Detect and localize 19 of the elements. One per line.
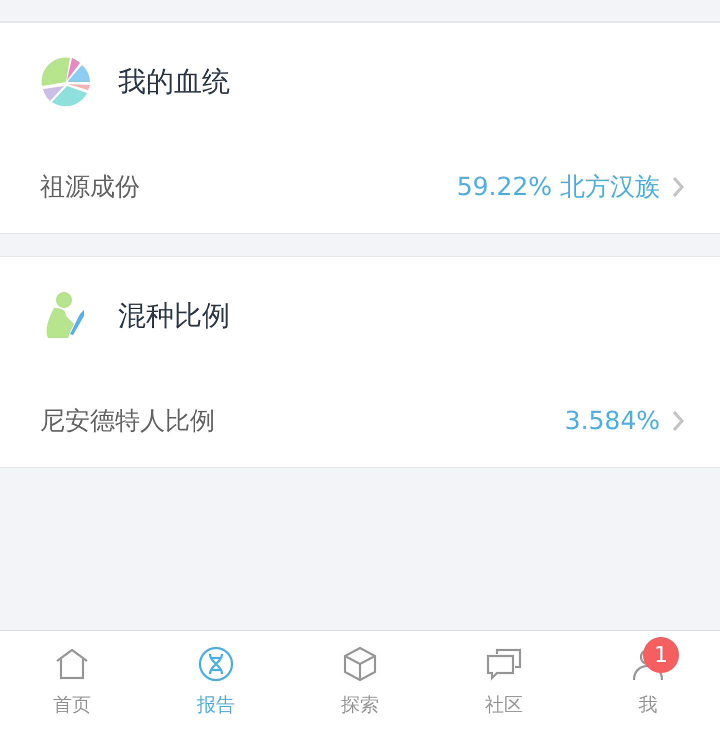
tab-item[interactable]: 1 我	[576, 631, 720, 729]
tab-item[interactable]: 首页	[0, 631, 144, 729]
chevron-right-icon	[672, 176, 684, 198]
row-label: 尼安德特人比例	[40, 405, 215, 438]
notification-badge: 1	[643, 637, 679, 673]
row-label: 祖源成份	[40, 171, 140, 204]
tab-item[interactable]: 社区	[432, 631, 576, 729]
tab-item[interactable]: 报告	[144, 631, 288, 729]
section-title: 我的血统	[118, 64, 230, 100]
row-value: 3.584%	[564, 405, 660, 438]
section-title: 混种比例	[118, 298, 230, 334]
pie-chart-icon	[40, 56, 92, 108]
tab-item[interactable]: 探索	[288, 631, 432, 729]
chevron-right-icon	[672, 410, 684, 432]
detail-row[interactable]: 祖源成份 59.22% 北方汉族	[0, 141, 720, 233]
detail-row[interactable]: 尼安德特人比例 3.584%	[0, 375, 720, 467]
cube-icon	[341, 645, 379, 683]
dna-icon	[197, 645, 235, 683]
row-value: 59.22% 北方汉族	[456, 171, 660, 204]
